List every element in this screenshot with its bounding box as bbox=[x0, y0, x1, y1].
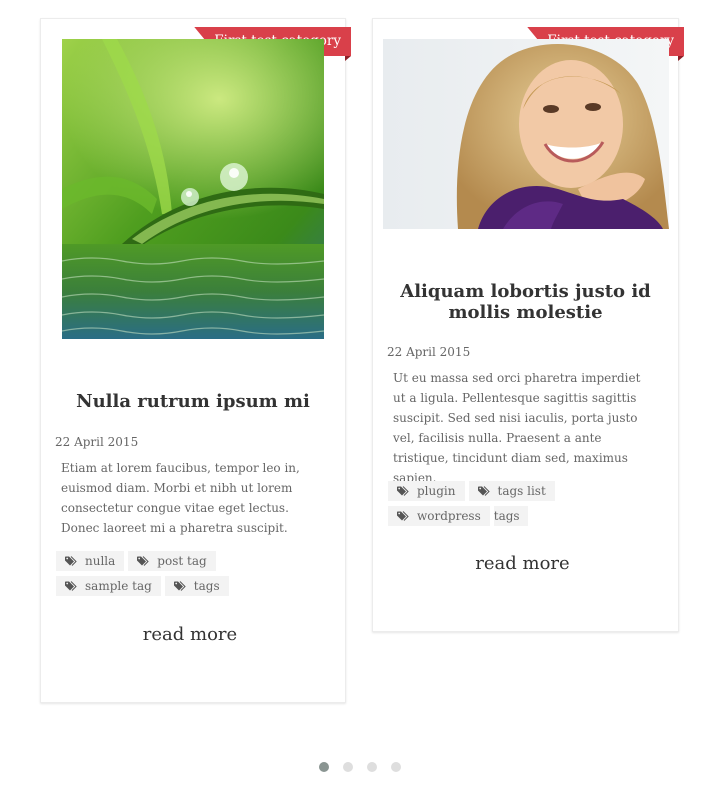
tag-item[interactable]: sample tag bbox=[56, 576, 161, 596]
tag-list: nulla post tag sample tag tags bbox=[56, 551, 321, 596]
carousel-pagination bbox=[319, 762, 401, 772]
tag-icon bbox=[65, 556, 77, 566]
tag-item[interactable]: nulla bbox=[56, 551, 125, 571]
read-more-link[interactable]: read more bbox=[367, 553, 678, 574]
tag-label: tags list bbox=[497, 484, 546, 498]
tag-label: wordpress bbox=[417, 509, 481, 523]
tag-label: nulla bbox=[85, 554, 116, 568]
post-excerpt: Etiam at lorem faucibus, tempor leo in, … bbox=[61, 461, 300, 535]
tag-item[interactable]: plugin bbox=[388, 481, 465, 501]
tag-icon bbox=[397, 511, 409, 521]
pagination-dot-2[interactable] bbox=[343, 762, 353, 772]
tag-list: plugin tags list wordpress tags bbox=[388, 481, 654, 526]
post-title[interactable]: Nulla rutrum ipsum mi bbox=[51, 391, 335, 412]
pagination-dot-3[interactable] bbox=[367, 762, 377, 772]
post-title[interactable]: Aliquam lobortis justo id mollis molesti… bbox=[383, 281, 668, 323]
tag-label: tags bbox=[493, 509, 520, 523]
post-image[interactable] bbox=[62, 39, 324, 339]
post-card: First test category bbox=[40, 18, 351, 703]
tag-label: tags bbox=[193, 579, 220, 593]
post-date: 22 April 2015 bbox=[55, 435, 139, 449]
read-more-link[interactable]: read more bbox=[35, 624, 345, 645]
ribbon-fold bbox=[678, 56, 684, 61]
tag-item[interactable]: wordpress bbox=[388, 506, 490, 526]
tag-icon bbox=[477, 486, 490, 496]
tag-label: sample tag bbox=[85, 579, 152, 593]
post-card: First test category bbox=[372, 18, 684, 632]
tag-icon bbox=[173, 581, 186, 591]
tag-item[interactable]: post tag bbox=[128, 551, 216, 571]
tag-label: post tag bbox=[157, 554, 207, 568]
pagination-dot-1[interactable] bbox=[319, 762, 329, 772]
tag-item[interactable]: tags bbox=[493, 506, 528, 526]
post-image[interactable] bbox=[383, 39, 669, 229]
water-drops-image bbox=[62, 39, 324, 339]
smiling-woman-image bbox=[383, 39, 669, 229]
post-date: 22 April 2015 bbox=[387, 345, 471, 359]
tag-item[interactable]: tags bbox=[164, 576, 229, 596]
tag-label: plugin bbox=[417, 484, 456, 498]
tag-icon bbox=[137, 556, 150, 566]
tag-icon bbox=[397, 486, 409, 496]
tag-icon bbox=[65, 581, 77, 591]
tag-item[interactable]: tags list bbox=[468, 481, 555, 501]
ribbon-fold bbox=[345, 56, 351, 61]
pagination-dot-4[interactable] bbox=[391, 762, 401, 772]
post-excerpt: Ut eu massa sed orci pharetra imperdiet … bbox=[393, 371, 641, 485]
